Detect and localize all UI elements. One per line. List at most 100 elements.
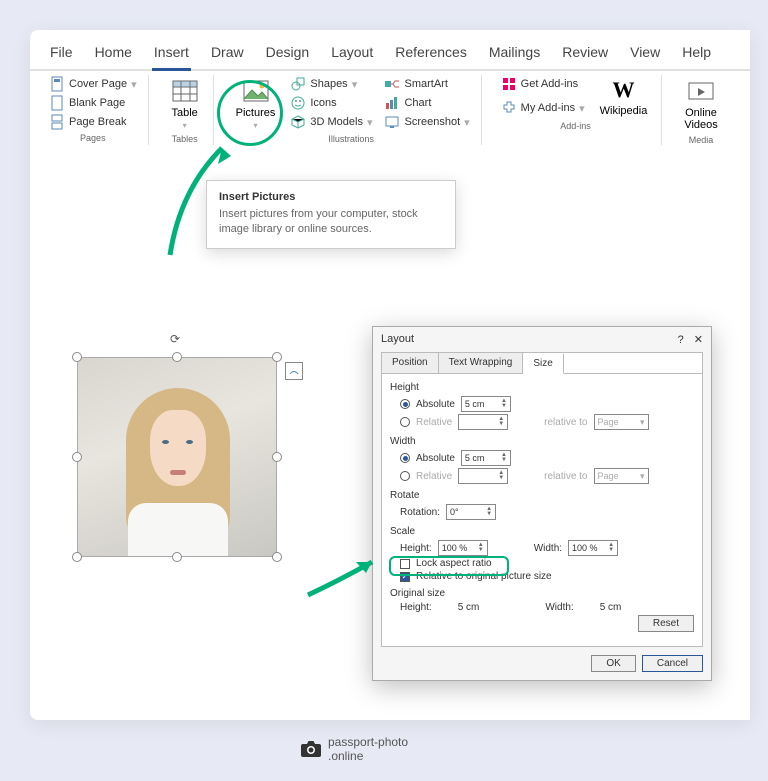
width-section-label: Width xyxy=(390,436,694,447)
blank-page-icon xyxy=(49,95,65,111)
icons-icon xyxy=(290,95,306,111)
tab-references[interactable]: References xyxy=(393,40,469,69)
store-icon xyxy=(501,76,517,92)
3d-models-button[interactable]: 3D Models ▾ xyxy=(287,113,375,131)
page-break-button[interactable]: Page Break xyxy=(46,113,140,131)
camera-icon xyxy=(300,740,322,758)
width-absolute-radio[interactable] xyxy=(400,453,410,463)
tab-review[interactable]: Review xyxy=(560,40,610,69)
ribbon-tabs: File Home Insert Draw Design Layout Refe… xyxy=(30,30,750,71)
online-videos-button[interactable]: Online Videos xyxy=(678,75,723,133)
tab-layout[interactable]: Layout xyxy=(329,40,375,69)
width-absolute-input[interactable]: 5 cm▲▼ xyxy=(461,450,511,466)
table-button[interactable]: Table▾ xyxy=(165,75,205,132)
group-pages: Cover Page ▾ Blank Page Page Break Pages xyxy=(38,75,149,145)
chart-icon xyxy=(384,95,400,111)
rotate-handle-icon[interactable]: ⟳ xyxy=(170,332,180,346)
group-addins: Get Add-ins My Add-ins ▾ W Wikipedia Add… xyxy=(490,75,663,145)
group-tables: Table▾ Tables xyxy=(157,75,214,145)
width-relative-to-select[interactable]: Page▾ xyxy=(594,468,649,484)
height-section-label: Height xyxy=(390,382,694,393)
height-relative-radio[interactable] xyxy=(400,417,410,427)
illustrations-group-label: Illustrations xyxy=(328,134,374,144)
tooltip-body: Insert pictures from your computer, stoc… xyxy=(219,207,443,238)
reset-button[interactable]: Reset xyxy=(638,615,694,632)
group-media: Online Videos Media xyxy=(670,75,731,145)
pages-group-label: Pages xyxy=(80,133,106,143)
resize-handle[interactable] xyxy=(172,552,182,562)
video-icon xyxy=(687,77,715,105)
relative-original-label: Relative to original picture size xyxy=(416,571,552,582)
addins-icon xyxy=(501,100,517,116)
resize-handle[interactable] xyxy=(272,552,282,562)
scale-width-input[interactable]: 100 %▲▼ xyxy=(568,540,618,556)
smartart-button[interactable]: SmartArt xyxy=(381,75,472,93)
cover-page-button[interactable]: Cover Page ▾ xyxy=(46,75,140,93)
wikipedia-button[interactable]: W Wikipedia xyxy=(594,75,654,119)
addins-group-label: Add-ins xyxy=(560,121,591,131)
cover-page-icon xyxy=(49,76,65,92)
layout-options-button[interactable] xyxy=(285,362,303,380)
chart-button[interactable]: Chart xyxy=(381,94,472,112)
rotation-input[interactable]: 0°▲▼ xyxy=(446,504,496,520)
resize-handle[interactable] xyxy=(272,352,282,362)
resize-handle[interactable] xyxy=(72,452,82,462)
icons-button[interactable]: Icons xyxy=(287,94,375,112)
tab-file[interactable]: File xyxy=(48,40,75,69)
cancel-button[interactable]: Cancel xyxy=(642,655,703,672)
screenshot-icon xyxy=(384,114,400,130)
height-absolute-radio[interactable] xyxy=(400,399,410,409)
tables-group-label: Tables xyxy=(172,134,198,144)
height-absolute-input[interactable]: 5 cm▲▼ xyxy=(461,396,511,412)
media-group-label: Media xyxy=(689,135,714,145)
tab-mailings[interactable]: Mailings xyxy=(487,40,542,69)
shapes-button[interactable]: Shapes ▾ xyxy=(287,75,375,93)
resize-handle[interactable] xyxy=(272,452,282,462)
get-addins-button[interactable]: Get Add-ins xyxy=(498,75,588,93)
rotate-section-label: Rotate xyxy=(390,490,694,501)
tab-draw[interactable]: Draw xyxy=(209,40,246,69)
dialog-title: Layout xyxy=(381,333,414,346)
my-addins-button[interactable]: My Add-ins ▾ xyxy=(498,99,588,117)
original-size-label: Original size xyxy=(390,588,694,599)
tab-help[interactable]: Help xyxy=(680,40,713,69)
tooltip-title: Insert Pictures xyxy=(219,191,443,203)
dialog-help-button[interactable]: ? xyxy=(678,334,684,346)
dialog-close-button[interactable]: ✕ xyxy=(694,334,703,346)
tab-home[interactable]: Home xyxy=(93,40,134,69)
pictures-icon xyxy=(242,77,270,105)
pictures-tooltip: Insert Pictures Insert pictures from you… xyxy=(206,180,456,249)
cube-icon xyxy=(290,114,306,130)
dialog-tab-position[interactable]: Position xyxy=(382,353,439,373)
shapes-icon xyxy=(290,76,306,92)
height-relative-input[interactable]: ▲▼ xyxy=(458,414,508,430)
lock-aspect-ratio-checkbox[interactable] xyxy=(400,559,410,569)
scale-height-input[interactable]: 100 %▲▼ xyxy=(438,540,488,556)
ribbon: Cover Page ▾ Blank Page Page Break Pages… xyxy=(30,71,750,147)
width-relative-input[interactable]: ▲▼ xyxy=(458,468,508,484)
wikipedia-icon: W xyxy=(612,77,634,103)
resize-handle[interactable] xyxy=(172,352,182,362)
table-icon xyxy=(171,77,199,105)
pictures-button[interactable]: Pictures▾ xyxy=(230,75,282,132)
layout-dialog: Layout ? ✕ Position Text Wrapping Size He… xyxy=(372,326,712,681)
screenshot-button[interactable]: Screenshot ▾ xyxy=(381,113,472,131)
resize-handle[interactable] xyxy=(72,352,82,362)
tab-insert[interactable]: Insert xyxy=(152,40,191,71)
ok-button[interactable]: OK xyxy=(591,655,635,672)
resize-handle[interactable] xyxy=(72,552,82,562)
height-relative-to-select[interactable]: Page▾ xyxy=(594,414,649,430)
smartart-icon xyxy=(384,76,400,92)
tab-view[interactable]: View xyxy=(628,40,662,69)
group-illustrations: Pictures▾ Shapes ▾ Icons 3D Models ▾ Sma… xyxy=(222,75,482,145)
blank-page-button[interactable]: Blank Page xyxy=(46,94,140,112)
dialog-tab-size[interactable]: Size xyxy=(523,354,563,374)
width-relative-radio[interactable] xyxy=(400,471,410,481)
selected-picture[interactable]: ⟳ xyxy=(77,357,277,557)
tab-design[interactable]: Design xyxy=(264,40,312,69)
passport-photo xyxy=(77,357,277,557)
dialog-tab-textwrapping[interactable]: Text Wrapping xyxy=(439,353,524,373)
relative-original-checkbox[interactable]: ✓ xyxy=(400,572,410,582)
watermark: passport-photo.online xyxy=(300,735,408,763)
scale-section-label: Scale xyxy=(390,526,694,537)
